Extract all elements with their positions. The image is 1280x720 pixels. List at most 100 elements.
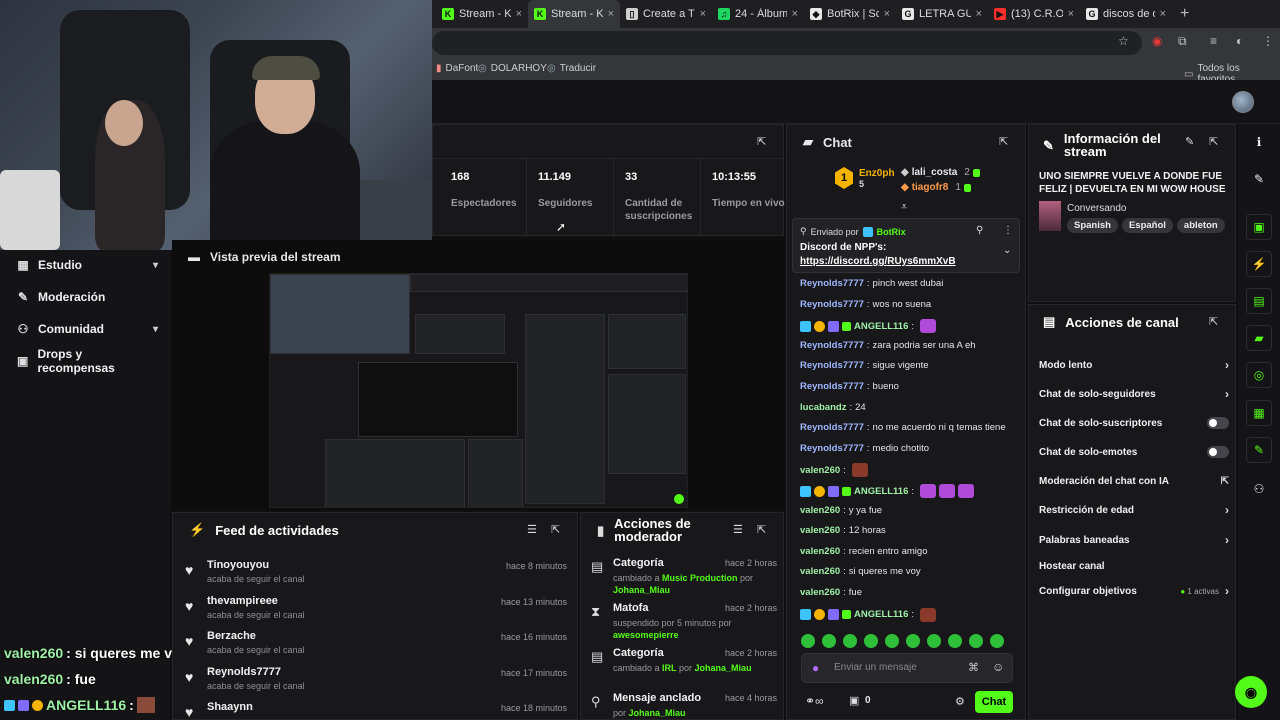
- toggle-switch[interactable]: [1207, 417, 1229, 429]
- wrench-icon[interactable]: ✎: [1246, 437, 1272, 463]
- info-icon[interactable]: ℹ: [1246, 129, 1272, 155]
- chat-message[interactable]: Reynolds7777: medio chotito: [800, 443, 929, 454]
- record-icon[interactable]: ◉: [1152, 34, 1162, 48]
- chat-message[interactable]: ANGELL116:: [800, 319, 937, 334]
- emote-icon[interactable]: [801, 634, 815, 648]
- close-icon[interactable]: ×: [1160, 8, 1166, 20]
- channel-action-row[interactable]: Chat de solo-seguidores ›: [1039, 384, 1229, 404]
- chat-username[interactable]: Reynolds7777: [800, 278, 864, 289]
- clip-icon[interactable]: ▣: [1246, 214, 1272, 240]
- browser-tab[interactable]: Gdiscos de di ×: [1080, 0, 1172, 28]
- emoji-icon[interactable]: ☺: [992, 660, 1004, 674]
- chat-message[interactable]: Reynolds7777: wos no suena: [800, 299, 931, 310]
- extensions-icon[interactable]: ⧉: [1178, 34, 1187, 49]
- mod-action-row[interactable]: ▤ Categoría hace 2 horas cambiado a Music P…: [589, 555, 779, 597]
- popout-icon[interactable]: ⇱: [757, 135, 766, 148]
- nav-item-moderacion[interactable]: ✎ Moderación: [16, 285, 158, 309]
- filter-icon[interactable]: ☰: [527, 523, 537, 536]
- leader-second[interactable]: ◆ lali_costa 2: [901, 167, 980, 178]
- popout-icon[interactable]: ⇱: [1209, 135, 1218, 148]
- browser-tab[interactable]: G LETRA GUAR ×: [896, 0, 988, 28]
- emote-icon[interactable]: [927, 634, 941, 648]
- emote-icon[interactable]: [843, 634, 857, 648]
- close-icon[interactable]: ×: [1068, 8, 1074, 20]
- mic-icon[interactable]: ●: [812, 661, 819, 675]
- tag[interactable]: Español: [1121, 218, 1173, 233]
- bookmark-traducir[interactable]: ◎ Traducir: [547, 63, 596, 74]
- profile-icon[interactable]: ◐: [1236, 34, 1243, 48]
- send-chat-button[interactable]: Chat: [975, 691, 1013, 713]
- popout-icon[interactable]: ⇱: [757, 523, 766, 536]
- browser-tab[interactable]: ◆ BotRix | Sort ×: [804, 0, 896, 28]
- nav-item-estudio[interactable]: ▦ Estudio ▾: [16, 253, 158, 277]
- menu-icon[interactable]: ⋮: [1262, 34, 1274, 48]
- browser-tab[interactable]: K Stream - Kic ×: [528, 0, 620, 28]
- close-icon[interactable]: ×: [516, 8, 522, 20]
- chat-message[interactable]: valen260: y ya fue: [800, 505, 882, 516]
- leader-third[interactable]: ◆ tiagofr8 1: [901, 182, 971, 193]
- browser-tab[interactable]: ♫ 24 - Álbum d ×: [712, 0, 804, 28]
- channel-action-row[interactable]: Chat de solo-emotes: [1039, 442, 1229, 462]
- leader-first[interactable]: 1 Enz0ph 5: [835, 167, 895, 189]
- activity-row[interactable]: ♥ Shaaynn hace 18 minutos: [185, 699, 571, 720]
- points-icon[interactable]: ⚭∞: [805, 694, 824, 708]
- chat-username[interactable]: valen260: [800, 465, 840, 476]
- emote-icon[interactable]: [885, 634, 899, 648]
- tag[interactable]: ableton: [1176, 218, 1225, 233]
- chat-username[interactable]: valen260: [800, 546, 840, 557]
- emote-icon[interactable]: [822, 634, 836, 648]
- tag[interactable]: Spanish: [1067, 218, 1118, 233]
- unpin-icon[interactable]: ⚲: [976, 225, 983, 236]
- user-avatar[interactable]: [1232, 91, 1254, 113]
- gift-icon[interactable]: ▣: [849, 694, 859, 707]
- chevron-down-icon[interactable]: ⌄: [1003, 245, 1011, 256]
- emote-icon[interactable]: [864, 634, 878, 648]
- more-icon[interactable]: ⋮: [1003, 225, 1013, 236]
- chat-message[interactable]: ANGELL116:: [800, 607, 937, 622]
- chat-username[interactable]: valen260: [800, 587, 840, 598]
- chat-message[interactable]: Reynolds7777: pinch west dubai: [800, 278, 943, 289]
- chat-username[interactable]: ANGELL116: [854, 486, 908, 497]
- chat-message[interactable]: Reynolds7777: zara podria ser una A eh: [800, 340, 976, 351]
- popout-icon[interactable]: ⇱: [551, 523, 560, 536]
- translate-icon[interactable]: ⌘: [968, 661, 979, 674]
- chat-message[interactable]: valen260:12 horas: [800, 525, 886, 536]
- mod-action-row[interactable]: ▤ Categoría hace 2 horas cambiado a IRL por…: [589, 645, 779, 687]
- chat-message[interactable]: valen260: fue: [800, 587, 862, 598]
- chat-input[interactable]: ● Enviar un mensaje ⌘ ☺: [801, 653, 1013, 683]
- help-button[interactable]: ◉: [1235, 676, 1267, 708]
- toggle-switch[interactable]: [1207, 446, 1229, 458]
- chat-username[interactable]: Reynolds7777: [800, 422, 864, 433]
- emote-icon[interactable]: [969, 634, 983, 648]
- close-icon[interactable]: ×: [884, 8, 890, 20]
- chat-username[interactable]: valen260: [800, 505, 840, 516]
- channel-action-row[interactable]: Moderación del chat con IA ⇱: [1039, 471, 1229, 491]
- preview-video[interactable]: [269, 273, 688, 508]
- document-icon[interactable]: ▤: [1246, 288, 1272, 314]
- activity-row[interactable]: ♥ Tinoyouyou acaba de seguir el canal hace …: [185, 557, 571, 591]
- pinned-message[interactable]: ⚲ Enviado por BotRix ⚲ ⋮ Discord de NPP'…: [792, 218, 1020, 273]
- chat-message[interactable]: Reynolds7777: bueno: [800, 381, 899, 392]
- mod-action-row[interactable]: ⧗ Matofa hace 2 horas suspendido por 5 minu…: [589, 600, 779, 642]
- chat-username[interactable]: Reynolds7777: [800, 299, 864, 310]
- close-icon[interactable]: ×: [976, 8, 982, 20]
- chat-username[interactable]: valen260: [800, 525, 840, 536]
- channel-action-row[interactable]: Configurar objetivos ● 1 activas ›: [1039, 581, 1229, 601]
- emote-icon[interactable]: [990, 634, 1004, 648]
- nav-item-comunidad[interactable]: ⚇ Comunidad ▾: [16, 317, 158, 341]
- bookmark-dafont[interactable]: ▮ DaFont: [436, 63, 478, 74]
- chat-username[interactable]: ANGELL116: [854, 321, 908, 332]
- browser-tab[interactable]: ▯ Create a TIE ×: [620, 0, 712, 28]
- pinned-link[interactable]: https://discord.gg/RUys6mmXvB: [800, 256, 956, 267]
- activity-row[interactable]: ♥ Reynolds7777 acaba de seguir el canal hac…: [185, 664, 571, 698]
- bookmark-dolarhoy[interactable]: ◎ DOLARHOY: [478, 63, 547, 74]
- nav-item-drops[interactable]: ▣ Drops y recompensas: [16, 347, 158, 375]
- close-icon[interactable]: ×: [700, 8, 706, 20]
- chat-username[interactable]: valen260: [800, 566, 840, 577]
- channel-action-row[interactable]: Palabras baneadas ›: [1039, 530, 1229, 550]
- close-icon[interactable]: ×: [792, 8, 798, 20]
- chat-username[interactable]: Reynolds7777: [800, 381, 864, 392]
- chat-message[interactable]: Reynolds7777: no me acuerdo ni q temas ti…: [800, 422, 1006, 433]
- emote-icon[interactable]: [948, 634, 962, 648]
- chat-message[interactable]: valen260: si queres me voy: [800, 566, 921, 577]
